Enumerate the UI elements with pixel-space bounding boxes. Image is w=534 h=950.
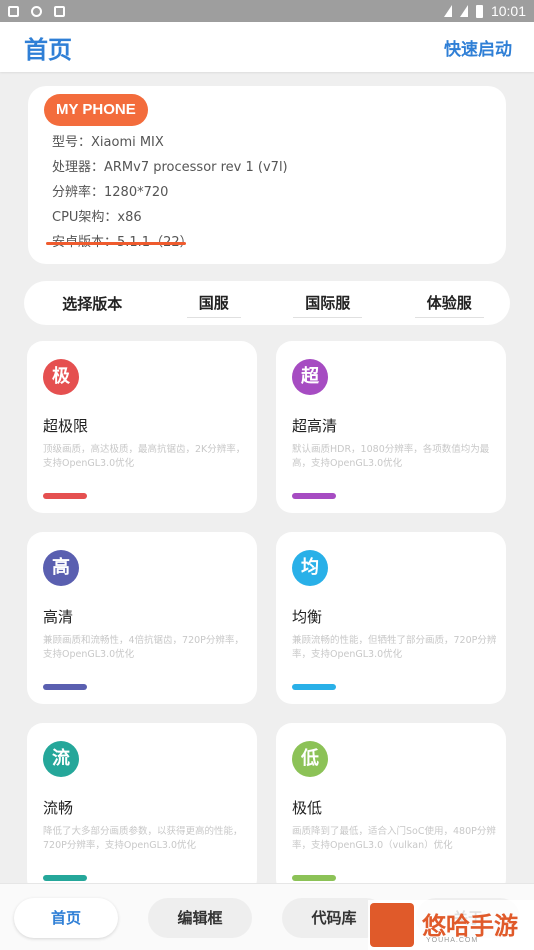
tab-cn-server[interactable]: 国服 [186, 288, 241, 318]
preset-badge: 低 [292, 741, 328, 777]
preset-accent-bar [43, 684, 87, 690]
preset-desc: 默认画质HDR，1080分辨率，各项数值均为最高，支持OpenGL3.0优化 [292, 444, 490, 469]
tab-select-version: 选择版本 [62, 294, 123, 313]
preset-name: 极低 [292, 799, 323, 817]
preset-name: 高清 [43, 608, 74, 626]
preset-badge: 均 [292, 550, 328, 586]
wifi-icon [443, 5, 452, 17]
device-processor: 处理器：ARMv7 processor rev 1 (v7l) [52, 160, 288, 175]
page-title: 首页 [24, 35, 72, 64]
app-bar: 首页 快速启动 [0, 22, 534, 72]
preset-card-hd[interactable]: 高 高清 兼顾画质和流畅性，4倍抗锯齿，720P分辨率，支持OpenGL3.0优… [27, 532, 257, 704]
preset-name: 超极限 [43, 417, 89, 435]
quick-launch-button[interactable]: 快速启动 [444, 35, 512, 60]
status-bar: 10:01 [0, 0, 534, 22]
watermark-text: 悠哈手游 [422, 912, 518, 940]
device-cpu-arch: CPU架构：x86 [52, 210, 142, 225]
nav-home-button[interactable]: 首页 [14, 898, 118, 938]
preset-card-ultra-low[interactable]: 低 极低 画质降到了最低，适合入门SoC使用，480P分辨率，支持OpenGL3… [276, 723, 506, 895]
site-watermark: 悠哈手游 YOUHA.COM [368, 900, 534, 950]
settings-notification-icon [8, 5, 19, 17]
preset-accent-bar [292, 684, 336, 690]
highlight-underline [46, 242, 186, 245]
preset-badge: 极 [43, 359, 79, 395]
preset-card-smooth[interactable]: 流 流畅 降低了大多部分画质参数，以获得更高的性能，720P分辨率，支持Open… [27, 723, 257, 895]
signal-icon [459, 5, 468, 17]
preset-accent-bar [43, 493, 87, 499]
tab-global-server[interactable]: 国际服 [293, 288, 363, 318]
preset-accent-bar [292, 493, 336, 499]
version-tabs: 选择版本 国服 国际服 体验服 [24, 281, 510, 325]
preset-desc: 降低了大多部分画质参数，以获得更高的性能，720P分辨率，支持OpenGL3.0… [43, 826, 243, 851]
preset-name: 均衡 [292, 608, 323, 626]
preset-card-ultra-hd[interactable]: 超 超高清 默认画质HDR，1080分辨率，各项数值均为最高，支持OpenGL3… [276, 341, 506, 513]
preset-card-ultra-extreme[interactable]: 极 超极限 顶级画质，高达极质，最高抗锯齿，2K分辨率，支持OpenGL3.0优… [27, 341, 257, 513]
nav-editor-button[interactable]: 编辑框 [148, 898, 252, 938]
preset-badge: 流 [43, 741, 79, 777]
preset-desc: 兼顾画质和流畅性，4倍抗锯齿，720P分辨率，支持OpenGL3.0优化 [43, 635, 244, 660]
tab-beta-server[interactable]: 体验服 [414, 288, 484, 318]
preset-name: 超高清 [292, 417, 338, 435]
preset-name: 流畅 [43, 799, 74, 817]
preset-accent-bar [292, 875, 336, 881]
image-notification-icon [54, 5, 65, 17]
preset-badge: 超 [292, 359, 328, 395]
preset-badge: 高 [43, 550, 79, 586]
app-notification-icon [31, 5, 42, 17]
preset-accent-bar [43, 875, 87, 881]
preset-card-balanced[interactable]: 均 均衡 兼顾流畅的性能，但牺牲了部分画质，720P分辨率，支持OpenGL3.… [276, 532, 506, 704]
device-model: 型号：Xiaomi MIX [52, 135, 164, 150]
battery-icon [475, 4, 483, 18]
device-info-card: MY PHONE 型号：Xiaomi MIX 处理器：ARMv7 process… [28, 86, 506, 264]
device-info-list: 型号：Xiaomi MIX 处理器：ARMv7 processor rev 1 … [52, 130, 288, 255]
watermark-subtext: YOUHA.COM [426, 937, 479, 944]
preset-desc: 兼顾流畅的性能，但牺牲了部分画质，720P分辨率，支持OpenGL3.0优化 [292, 635, 497, 660]
watermark-logo-icon [370, 903, 414, 947]
preset-desc: 画质降到了最低，适合入门SoC使用，480P分辨率，支持OpenGL3.0（vu… [292, 826, 496, 851]
preset-desc: 顶级画质，高达极质，最高抗锯齿，2K分辨率，支持OpenGL3.0优化 [43, 444, 246, 469]
device-resolution: 分辨率：1280*720 [52, 185, 169, 200]
my-phone-badge: MY PHONE [44, 94, 148, 126]
status-time: 10:01 [490, 3, 526, 19]
